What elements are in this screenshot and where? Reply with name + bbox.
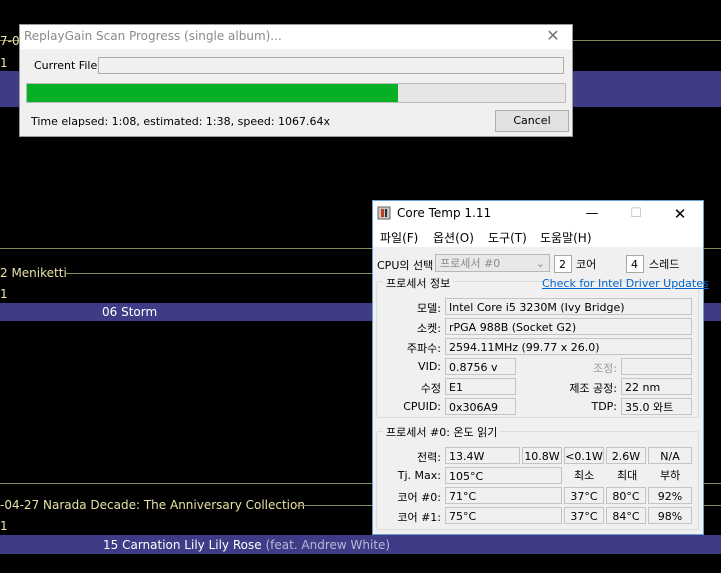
core1-label: 코어 #1: [397, 511, 441, 524]
core0-label: 코어 #0: [397, 491, 441, 504]
cpu-select-value: 프로세서 #0 [440, 257, 501, 270]
core1-temp: 75°C [445, 507, 562, 524]
tjmax-label: Tj. Max: [397, 469, 441, 482]
load-header: 부하 [660, 469, 681, 482]
menu-bar: 파일(F) 옵션(O) 도구(T) 도움말(H) [373, 227, 703, 247]
frequency-label: 주파수: [406, 342, 441, 355]
core0-temp: 71°C [445, 487, 562, 504]
menu-tools[interactable]: 도구(T) [488, 229, 527, 246]
min-header: 최소 [574, 469, 595, 482]
power-package: 13.4W [445, 447, 520, 464]
tdp-value: 35.0 와트 [621, 398, 692, 415]
group-subheader-1: 1 [0, 56, 8, 70]
processor-info-title: 프로세서 정보 [383, 275, 454, 291]
tjmax-value: 105°C [445, 467, 562, 484]
threads-count: 4 [626, 255, 644, 273]
window-title: Core Temp 1.11 [397, 206, 492, 220]
model-value: Intel Core i5 3230M (Ivy Bridge) [445, 298, 692, 315]
scan-progress-bar [26, 83, 566, 103]
replaygain-dialog: ReplayGain Scan Progress (single album).… [19, 24, 573, 137]
modulation-value [621, 358, 692, 375]
group-header-3[interactable]: -04-27 Narada Decade: The Anniversary Co… [0, 498, 305, 512]
cpu-select-dropdown[interactable]: 프로세서 #0 ⌄ [435, 254, 550, 272]
current-file-field [98, 57, 564, 74]
power-label: 전력: [417, 451, 441, 464]
core0-max: 80°C [606, 487, 646, 504]
group-subheader-3: 1 [0, 519, 8, 533]
track-name: 15 Carnation Lily Lily Rose [103, 538, 262, 552]
vid-label: VID: [418, 360, 441, 373]
cancel-button[interactable]: Cancel [495, 110, 569, 132]
menu-file[interactable]: 파일(F) [380, 229, 418, 246]
close-icon[interactable]: ✕ [669, 204, 691, 224]
power-cores: 10.8W [522, 447, 562, 464]
window-titlebar[interactable]: Core Temp 1.11 — ☐ ✕ [373, 201, 703, 227]
lithography-label: 제조 공정: [569, 382, 617, 395]
cpu-select-label: CPU의 선택 [377, 259, 434, 272]
vid-value: 0.8756 v [445, 358, 516, 375]
power-other: N/A [648, 447, 692, 464]
core0-load: 92% [648, 487, 692, 504]
current-file-label: Current File: [34, 59, 101, 72]
track-title-2[interactable]: 06 Storm [102, 305, 157, 319]
revision-value: E1 [445, 378, 516, 395]
cpuid-value: 0x306A9 [445, 398, 516, 415]
track-feat: (feat. Andrew White) [261, 538, 391, 552]
power-dram: 2.6W [606, 447, 646, 464]
power-uncore: <0.1W [564, 447, 604, 464]
maximize-icon[interactable]: ☐ [625, 204, 647, 224]
group-header-2[interactable]: 2 Meniketti [0, 266, 67, 280]
tdp-label: TDP: [591, 400, 617, 413]
core1-max: 84°C [606, 507, 646, 524]
core1-min: 37°C [564, 507, 604, 524]
cores-label: 코어 [576, 258, 597, 271]
progress-fill [27, 84, 399, 102]
max-header: 최대 [617, 469, 638, 482]
threads-label: 스레드 [649, 258, 680, 271]
driver-update-link[interactable]: Check for Intel Driver Updates [542, 277, 709, 290]
group-header-1[interactable]: 7-0 [0, 34, 20, 48]
status-text: Time elapsed: 1:08, estimated: 1:38, spe… [31, 115, 331, 128]
track-title-3[interactable]: 15 Carnation Lily Lily Rose (feat. Andre… [103, 538, 390, 552]
group-separator [66, 273, 372, 274]
cores-count: 2 [554, 255, 572, 273]
modulation-label: 조정: [593, 362, 617, 375]
socket-label: 소켓: [417, 322, 441, 335]
lithography-value: 22 nm [621, 378, 692, 395]
socket-value: rPGA 988B (Socket G2) [445, 318, 692, 335]
group-subheader-2: 1 [0, 287, 8, 301]
minimize-icon[interactable]: — [581, 204, 603, 224]
model-label: 모델: [417, 302, 441, 315]
dialog-title: ReplayGain Scan Progress (single album).… [24, 29, 282, 43]
temperature-title: 프로세서 #0: 온도 읽기 [383, 424, 501, 440]
coretemp-app-icon [377, 206, 391, 220]
revision-label: 수정 [420, 382, 441, 395]
menu-help[interactable]: 도움말(H) [540, 229, 592, 246]
menu-options[interactable]: 옵션(O) [433, 229, 474, 246]
cpuid-label: CPUID: [403, 400, 441, 413]
frequency-value: 2594.11MHz (99.77 x 26.0) [445, 338, 692, 355]
dialog-titlebar[interactable]: ReplayGain Scan Progress (single album).… [20, 25, 572, 49]
close-icon[interactable]: ✕ [544, 27, 562, 45]
chevron-down-icon: ⌄ [535, 257, 545, 270]
core1-load: 98% [648, 507, 692, 524]
coretemp-window: Core Temp 1.11 — ☐ ✕ 파일(F) 옵션(O) 도구(T) 도… [372, 200, 709, 535]
core0-min: 37°C [564, 487, 604, 504]
